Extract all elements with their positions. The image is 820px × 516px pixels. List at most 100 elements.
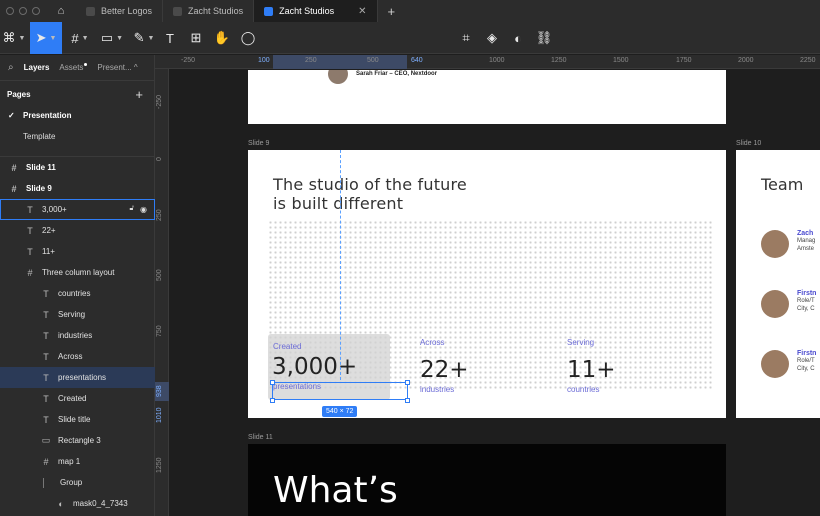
close-icon[interactable]: ✕ <box>358 6 366 17</box>
member-city: Amste <box>797 246 815 252</box>
comment-tool-button[interactable]: ◯ <box>238 22 258 54</box>
page-item[interactable]: Template <box>0 127 155 145</box>
team-member[interactable]: Zach Manag Amste <box>761 230 815 258</box>
shape-tool-button[interactable]: ▭ ▼ <box>98 22 126 54</box>
layer-row[interactable]: T Slide title <box>0 409 155 430</box>
layer-row[interactable]: T Across <box>0 346 155 367</box>
crop-button[interactable]: ⌗ <box>456 22 476 54</box>
ruler-tick: 750 <box>156 325 163 337</box>
selection-box[interactable] <box>272 382 408 400</box>
frame-label-slide-10[interactable]: Slide 10 <box>736 140 761 147</box>
canvas[interactable]: Sarah Friar – CEO, Nextdoor Slide 9 The … <box>170 70 820 516</box>
home-icon[interactable]: ⌂ <box>46 0 76 22</box>
main-menu-button[interactable]: ⌘ ▼ <box>0 22 28 54</box>
layer-label: 22+ <box>42 226 56 235</box>
member-role: Manag <box>797 238 816 244</box>
slide-prev[interactable]: Sarah Friar – CEO, Nextdoor <box>248 70 726 124</box>
page-item[interactable]: ✓ Presentation <box>0 106 155 124</box>
tab-layers[interactable]: Layers <box>24 63 50 72</box>
layer-label: Across <box>58 352 83 361</box>
ruler-tick: 250 <box>305 57 317 64</box>
ruler-tick: -250 <box>156 94 163 109</box>
layer-row[interactable]: # map 1 <box>0 451 155 472</box>
page-label: Presentation <box>23 110 72 120</box>
layer-row[interactable]: # Slide 9 <box>0 178 155 199</box>
resize-handle[interactable] <box>270 398 275 403</box>
new-tab-button[interactable]: + <box>378 4 406 19</box>
layer-row[interactable]: Group <box>0 472 155 493</box>
ruler-tick: 500 <box>156 269 163 281</box>
frame-icon: # <box>71 30 79 46</box>
minimize-window-button[interactable] <box>19 7 27 15</box>
team-member[interactable]: Firstn Role/T City, C <box>761 350 816 378</box>
text-tool-button[interactable]: T <box>160 22 180 54</box>
close-window-button[interactable] <box>6 7 14 15</box>
layer-row[interactable]: T 11+ <box>0 241 155 262</box>
layer-row[interactable]: Tpresentations <box>0 367 155 388</box>
slide-10[interactable]: Team Zach Manag Amste Firstn Role/T City… <box>736 150 820 418</box>
ruler-left: -250 0 250 500 750 938 1010 1250 <box>155 69 169 516</box>
frame-label-slide-9[interactable]: Slide 9 <box>248 140 269 147</box>
component-button[interactable]: ◈ <box>482 22 502 54</box>
frame-tool-button[interactable]: # ▼ <box>66 22 94 54</box>
layer-label: Slide 11 <box>26 163 56 172</box>
layer-row[interactable]: ▭ Rectangle 3 <box>0 430 155 451</box>
layer-row[interactable]: Tindustries <box>0 325 155 346</box>
resize-handle[interactable] <box>270 380 275 385</box>
stat-value-11[interactable]: 11+ <box>567 357 616 383</box>
text-icon: T <box>166 30 174 46</box>
layer-row[interactable]: # Slide 11 <box>0 157 155 178</box>
slide-heading[interactable]: What’s <box>273 470 398 511</box>
layer-label: Rectangle 3 <box>58 436 101 445</box>
tab-zacht-studios-active[interactable]: Zacht Studios ✕ <box>254 0 378 22</box>
slide-9[interactable]: The studio of the future is built differ… <box>248 150 726 418</box>
stat-label-serving[interactable]: Serving <box>567 338 594 347</box>
stat-label-created[interactable]: Created <box>273 342 301 351</box>
tab-present[interactable]: Present... ^ <box>97 63 137 72</box>
tab-better-logos[interactable]: Better Logos <box>76 0 164 22</box>
tab-assets[interactable]: Assets <box>59 63 88 72</box>
layer-label: industries <box>58 331 93 340</box>
mask-button[interactable]: ◐ <box>508 22 528 54</box>
layer-row[interactable]: T 22+ <box>0 220 155 241</box>
stat-sub-industries[interactable]: industries <box>420 385 454 394</box>
layer-row[interactable]: T Serving <box>0 304 155 325</box>
comment-icon: ◯ <box>240 30 256 45</box>
tab-zacht-studios[interactable]: Zacht Studios <box>163 0 255 22</box>
slide-11[interactable]: What’s <box>248 444 726 516</box>
layer-label: Group <box>60 478 83 487</box>
pen-tool-button[interactable]: ✎ ▼ <box>130 22 158 54</box>
eye-icon[interactable]: ◉ <box>140 205 147 214</box>
resources-button[interactable]: ⊞ <box>186 22 206 54</box>
mask-icon: ◐ <box>58 498 64 509</box>
resize-handle[interactable] <box>405 380 410 385</box>
stat-value-22[interactable]: 22+ <box>420 357 469 383</box>
stat-value-3000[interactable]: 3,000+ <box>272 354 357 380</box>
layer-row[interactable]: Tcountries <box>0 283 155 304</box>
move-tool-button[interactable]: ➤ ▼ <box>30 22 62 54</box>
frame-label-slide-11[interactable]: Slide 11 <box>248 434 273 441</box>
layer-row[interactable]: # Three column layout <box>0 262 155 283</box>
stat-sub-countries[interactable]: countries <box>567 385 599 394</box>
frame-icon: # <box>43 456 49 467</box>
slide-title[interactable]: The studio of the future is built differ… <box>273 175 467 213</box>
link-button[interactable]: ⛓ <box>534 22 554 54</box>
resize-handle[interactable] <box>405 398 410 403</box>
text-icon: T <box>27 246 33 257</box>
ruler-top: -250 100 250 500 640 1000 1250 1500 1750… <box>155 55 820 69</box>
layer-row[interactable]: ◐ mask0_4_7343 <box>0 493 155 514</box>
search-icon[interactable]: ⌕ <box>8 62 14 73</box>
ruler-tick: 1010 <box>156 407 163 423</box>
team-member[interactable]: Firstn Role/T City, C <box>761 290 816 318</box>
ruler-tick: 640 <box>411 57 423 64</box>
lock-icon[interactable]: 🔓︎ <box>129 205 134 214</box>
layer-row[interactable]: T Created <box>0 388 155 409</box>
layer-row[interactable]: T 3,000+ 🔓︎ ◉ <box>0 199 155 220</box>
add-page-button[interactable]: + <box>135 87 143 102</box>
hand-tool-button[interactable]: ✋ <box>212 22 232 54</box>
team-title[interactable]: Team <box>761 175 803 194</box>
maximize-window-button[interactable] <box>32 7 40 15</box>
stat-label-across[interactable]: Across <box>420 338 444 347</box>
figma-menu-icon: ⌘ <box>2 30 16 45</box>
tab-label: Zacht Studios <box>188 6 244 16</box>
